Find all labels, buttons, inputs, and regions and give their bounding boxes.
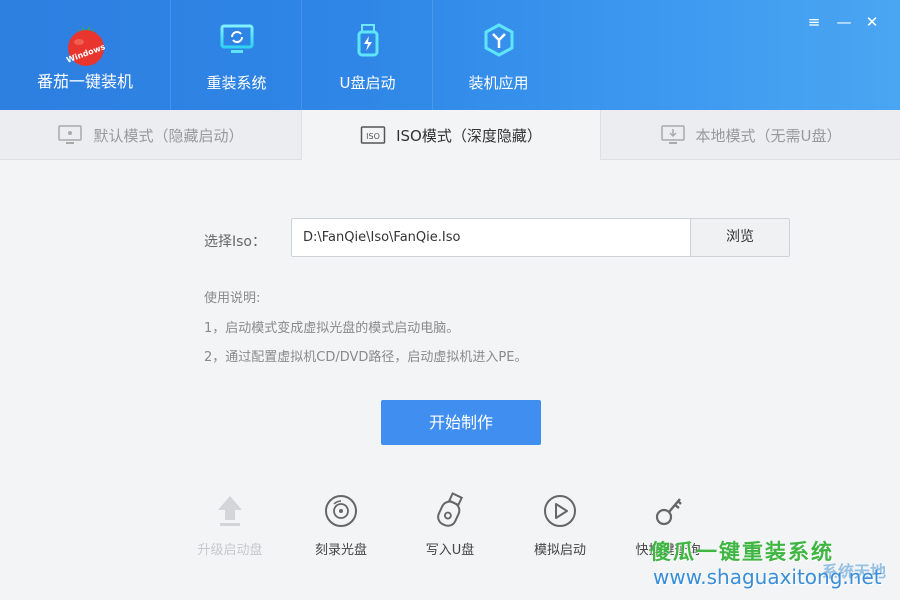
- instruction-line-1: 1，启动模式变成虚拟光盘的模式启动电脑。: [204, 321, 460, 336]
- play-circle-icon: [544, 495, 576, 527]
- upload-arrow-icon: [218, 496, 242, 526]
- app-shield-icon: [484, 23, 514, 57]
- tab-local-mode[interactable]: 本地模式（无需U盘）: [601, 110, 900, 160]
- watermark-title: 傻瓜一键重装系统: [650, 540, 834, 564]
- browse-button[interactable]: 浏览: [690, 218, 790, 257]
- minimize-button[interactable]: —: [834, 12, 854, 32]
- instructions-title: 使用说明:: [204, 291, 261, 306]
- nav-label: U盘启动: [339, 74, 396, 92]
- tab-label: 默认模式（隐藏启动）: [93, 126, 244, 145]
- write-usb-button[interactable]: 写入U盘: [402, 492, 498, 562]
- monitor-download-icon: [660, 125, 685, 144]
- instruction-line-2: 2，通过配置虚拟机CD/DVD路径，启动虚拟机进入PE。: [204, 350, 528, 365]
- watermark-url: www.shaguaxitong.net: [653, 565, 882, 589]
- nav-install-apps[interactable]: 装机应用: [432, 0, 563, 110]
- tab-divider: [0, 159, 301, 160]
- mode-tabs: 默认模式（隐藏启动） ISO ISO模式（深度隐藏） 本地模式（无需U盘）: [0, 110, 900, 160]
- logo-area: Windows 番茄一键装机: [0, 0, 170, 110]
- iso-icon: ISO: [360, 126, 386, 144]
- tool-label: 模拟启动: [533, 543, 586, 558]
- burn-disc-button[interactable]: 刻录光盘: [293, 492, 389, 562]
- usb-write-icon: [437, 492, 464, 527]
- key-icon: [655, 498, 682, 526]
- tool-label: 升级启动盘: [197, 543, 263, 558]
- start-make-button[interactable]: 开始制作: [381, 400, 541, 445]
- nav-label: 重装系统: [206, 74, 267, 92]
- tab-label: ISO模式（深度隐藏）: [396, 126, 542, 145]
- iso-label: 选择Iso：: [204, 234, 266, 250]
- monitor-refresh-icon: [220, 24, 254, 53]
- app-header: Windows 番茄一键装机 重装系统 U盘启动 装机应用 ≡ — ✕: [0, 0, 900, 110]
- nav-label: 装机应用: [468, 74, 529, 92]
- close-button[interactable]: ✕: [862, 12, 882, 32]
- monitor-icon: [58, 125, 83, 144]
- tab-divider: [601, 159, 900, 160]
- iso-icon-text: ISO: [366, 132, 380, 141]
- brand-name: 番茄一键装机: [36, 72, 133, 91]
- tab-default-mode[interactable]: 默认模式（隐藏启动）: [0, 110, 301, 160]
- tool-label: 刻录光盘: [314, 543, 367, 558]
- simulate-boot-button[interactable]: 模拟启动: [512, 492, 608, 562]
- tab-label: 本地模式（无需U盘）: [695, 126, 842, 145]
- tab-iso-mode[interactable]: ISO ISO模式（深度隐藏）: [301, 110, 601, 160]
- tomato-logo-icon: Windows: [65, 25, 107, 66]
- menu-button[interactable]: ≡: [804, 12, 824, 32]
- nav-reinstall-system[interactable]: 重装系统: [170, 0, 301, 110]
- iso-path-input[interactable]: [291, 218, 691, 257]
- nav-usb-boot[interactable]: U盘启动: [301, 0, 432, 110]
- usb-drive-icon: [357, 24, 379, 57]
- disc-icon: [325, 495, 357, 527]
- upgrade-boot-disk-button[interactable]: 升级启动盘: [182, 492, 278, 562]
- tool-label: 写入U盘: [425, 543, 475, 558]
